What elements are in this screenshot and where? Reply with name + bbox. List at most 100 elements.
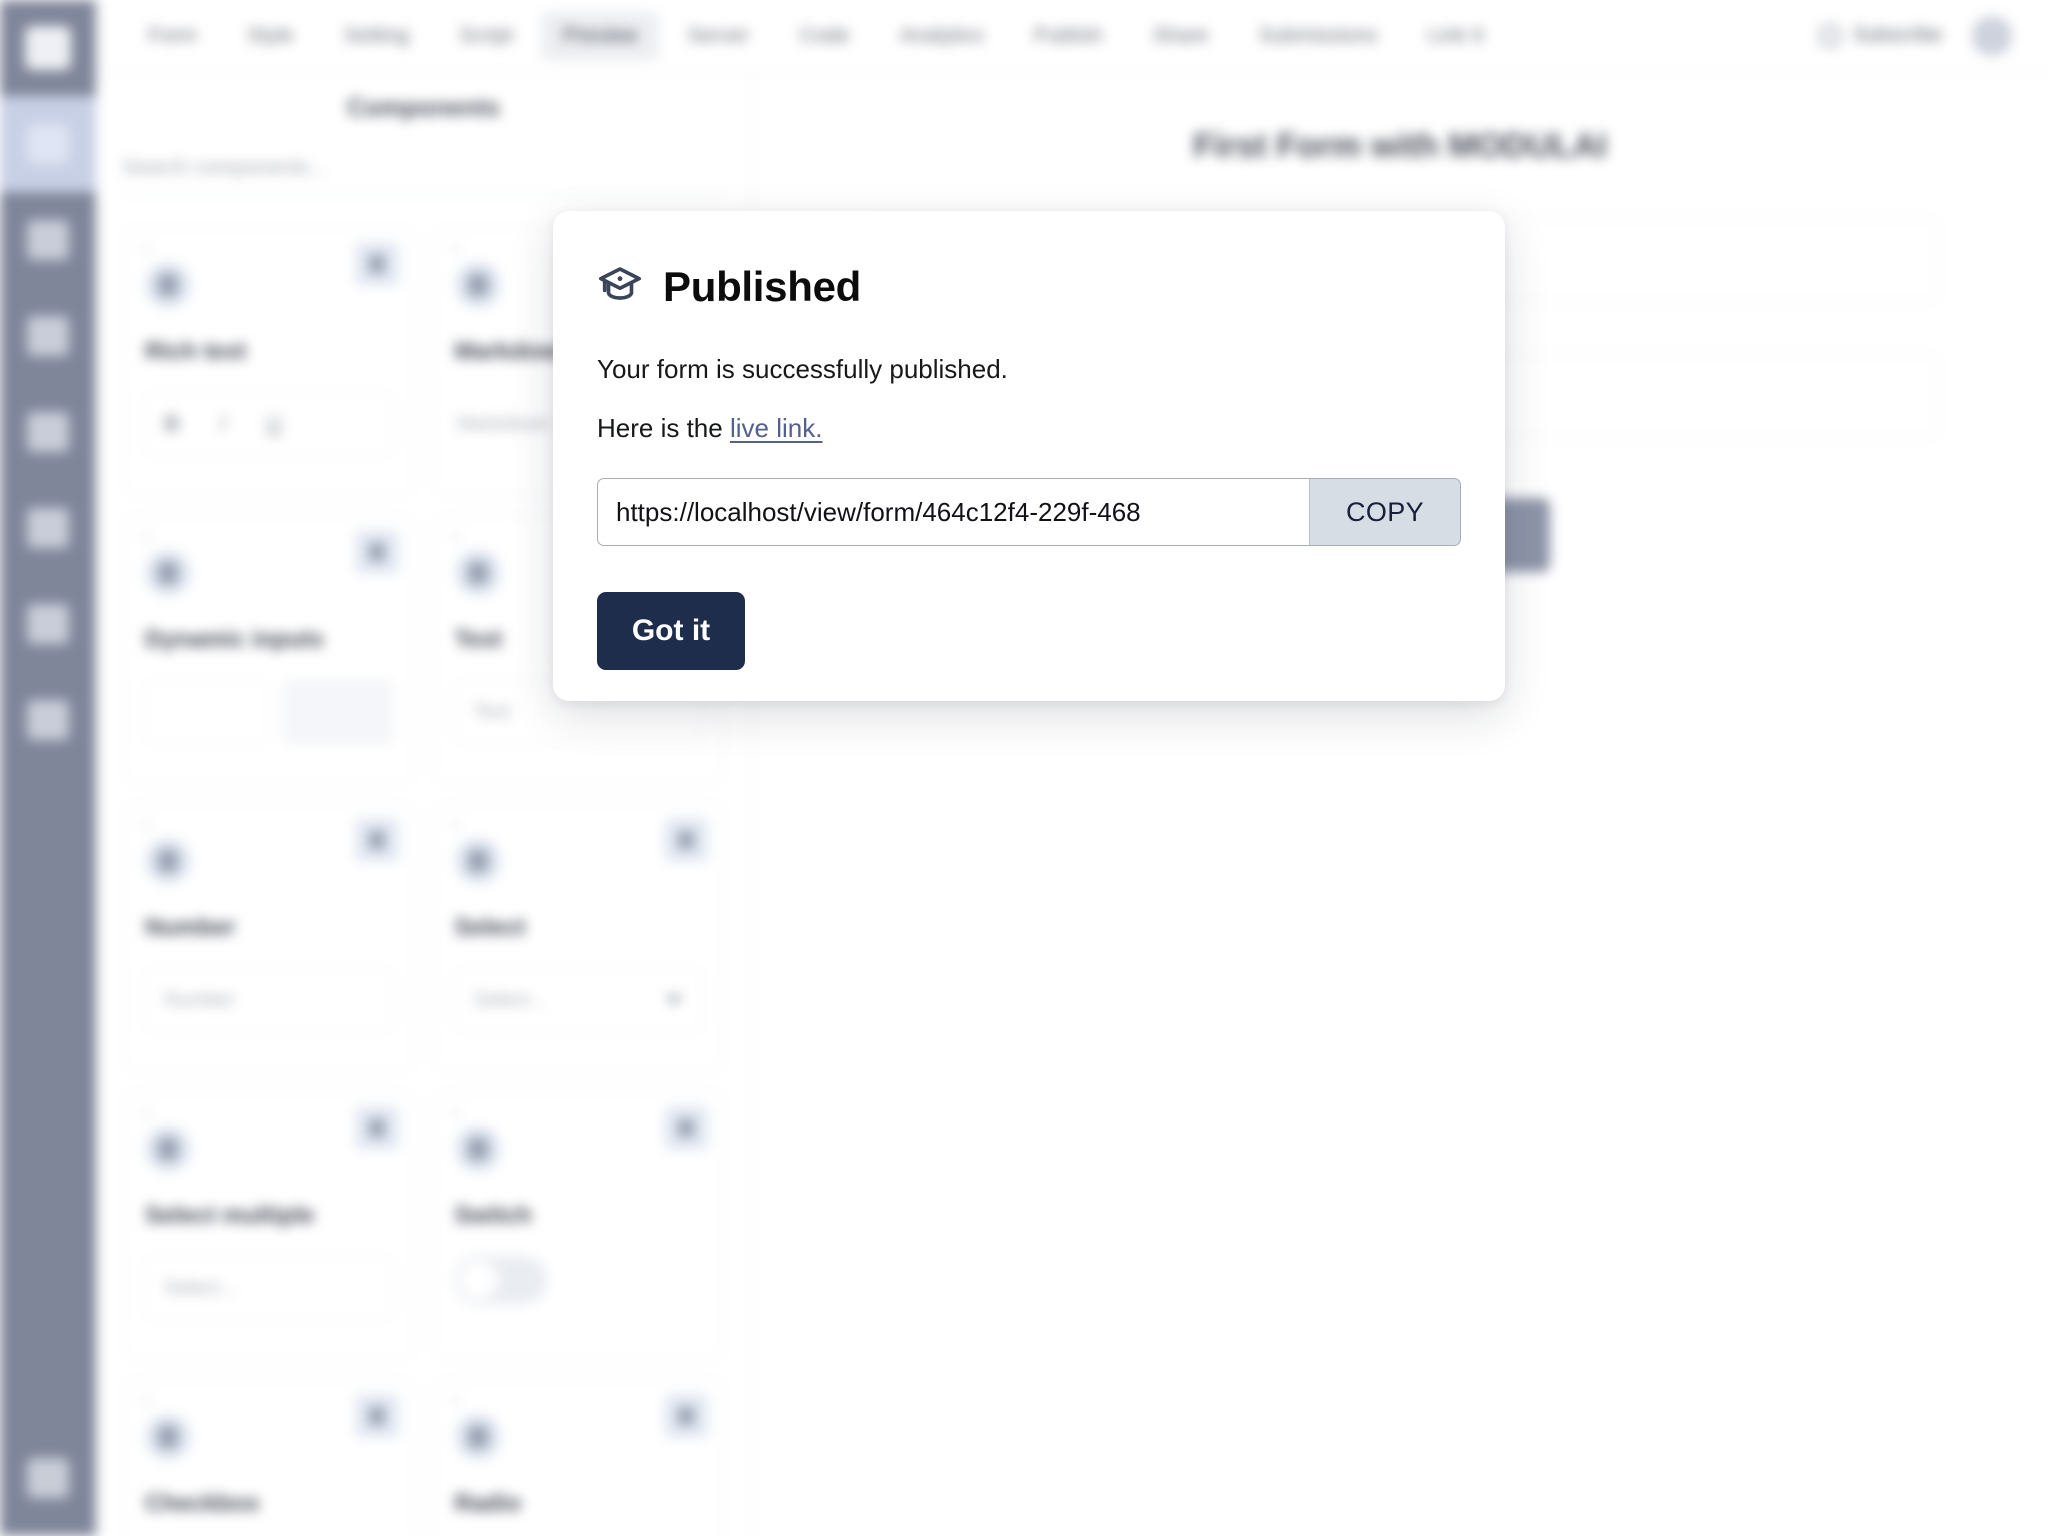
- rail-bottom-group: [0, 1430, 96, 1526]
- tab-form[interactable]: Form: [126, 12, 219, 60]
- chart-icon: [27, 700, 69, 740]
- modal-header: Published: [597, 261, 1461, 312]
- tab-analytics[interactable]: Analytics: [878, 12, 1006, 60]
- add-component-icon[interactable]: [354, 1394, 399, 1438]
- tab-code[interactable]: Code: [777, 12, 871, 60]
- tab-publish[interactable]: Publish: [1012, 12, 1125, 60]
- link-prefix-text: Here is the: [597, 413, 730, 443]
- topbar-right-group: Subscribe: [1819, 15, 2048, 56]
- rail-item-cloud[interactable]: [0, 576, 96, 672]
- live-link[interactable]: live link.: [730, 413, 822, 443]
- subscribe-label: Subscribe: [1853, 24, 1942, 46]
- copy-button[interactable]: COPY: [1309, 478, 1461, 546]
- markdown-icon: [454, 262, 501, 308]
- component-card-switch[interactable]: Switch: [433, 1091, 723, 1359]
- component-label: Dynamic inputs: [145, 626, 324, 653]
- coin-icon: [1819, 24, 1842, 47]
- logout-icon: [27, 1458, 69, 1498]
- add-component-icon[interactable]: [664, 1394, 708, 1438]
- component-card-number[interactable]: Number Number: [124, 803, 414, 1071]
- rail-item-logout[interactable]: [0, 1430, 96, 1526]
- drag-handle-icon: [141, 1108, 151, 1118]
- component-label: Select multiple: [145, 1202, 315, 1229]
- drag-handle-icon: [141, 532, 151, 542]
- published-url-row: https://localhost/view/form/464c12f4-229…: [597, 478, 1461, 546]
- italic-button[interactable]: I: [220, 411, 226, 437]
- published-url-input[interactable]: https://localhost/view/form/464c12f4-229…: [597, 478, 1309, 546]
- select-multiple-preview: Select...: [145, 1256, 393, 1320]
- add-component-icon[interactable]: [354, 1106, 399, 1150]
- component-card-rich-text[interactable]: Rich text B I U: [124, 227, 414, 495]
- add-component-icon[interactable]: [664, 1106, 708, 1150]
- number-icon: [145, 838, 191, 884]
- published-modal: Published Your form is successfully publ…: [553, 211, 1505, 701]
- document-icon: [27, 124, 69, 164]
- rail-item-clock[interactable]: [0, 192, 96, 288]
- top-navigation-bar: Form Style Setting Script Preview Server…: [96, 0, 2048, 72]
- tab-setting[interactable]: Setting: [322, 12, 431, 60]
- rail-item-inbox[interactable]: [0, 288, 96, 384]
- got-it-button[interactable]: Got it: [597, 592, 745, 670]
- rail-item-chart[interactable]: [0, 672, 96, 768]
- switch-toggle-preview: [454, 1256, 547, 1304]
- drag-handle-icon: [450, 244, 461, 254]
- drag-handle-icon: [141, 820, 151, 830]
- checkbox-icon: [145, 1414, 191, 1460]
- rail-item-folder[interactable]: [0, 480, 96, 576]
- select-multiple-icon: [145, 1126, 191, 1172]
- component-card-select[interactable]: Select Select...: [433, 803, 723, 1071]
- rail-item-document[interactable]: [0, 96, 96, 192]
- tab-share[interactable]: Share: [1130, 12, 1230, 60]
- clock-icon: [27, 220, 69, 260]
- app-logo-icon[interactable]: [0, 0, 96, 96]
- dynamic-inputs-preview: [145, 680, 393, 744]
- tab-link-it[interactable]: Link It: [1406, 12, 1506, 60]
- inbox-icon: [27, 316, 69, 356]
- component-label: Rich text: [145, 338, 247, 365]
- search-components-input[interactable]: Search components...: [122, 141, 725, 195]
- select-preview: Select...: [454, 968, 702, 1032]
- underline-button[interactable]: U: [266, 411, 282, 437]
- drag-handle-icon: [450, 820, 461, 830]
- tab-style[interactable]: Style: [225, 12, 316, 60]
- radio-icon: [454, 1414, 501, 1460]
- add-component-icon[interactable]: [354, 818, 399, 862]
- component-card-dynamic-inputs[interactable]: Dynamic inputs: [124, 515, 414, 783]
- component-label: Select: [454, 914, 526, 941]
- modal-message: Your form is successfully published.: [597, 354, 1008, 384]
- drag-handle-icon: [141, 244, 151, 254]
- component-label: Radio: [454, 1490, 522, 1517]
- drag-handle-icon: [141, 1396, 151, 1406]
- rail-item-layers[interactable]: [0, 384, 96, 480]
- component-label: Switch: [454, 1202, 532, 1229]
- tab-server[interactable]: Server: [665, 12, 771, 60]
- tab-script[interactable]: Script: [437, 12, 535, 60]
- app-root: Form Style Setting Script Preview Server…: [0, 0, 2048, 1536]
- component-card-radio[interactable]: Radio: [433, 1379, 723, 1536]
- rich-text-icon: [145, 262, 191, 308]
- add-component-icon[interactable]: [664, 818, 708, 862]
- select-placeholder: Select...: [473, 988, 546, 1011]
- left-icon-rail: [0, 0, 96, 1536]
- add-component-icon[interactable]: [354, 530, 399, 574]
- tab-submissions[interactable]: Submissions: [1237, 12, 1400, 60]
- component-card-checkbox[interactable]: Checkbox: [124, 1379, 414, 1536]
- graduation-cap-icon: [597, 261, 643, 312]
- drag-handle-icon: [450, 1396, 461, 1406]
- folder-icon: [27, 508, 69, 548]
- number-input-preview: Number: [145, 968, 393, 1032]
- user-avatar[interactable]: [1972, 15, 2012, 56]
- subscribe-button[interactable]: Subscribe: [1819, 24, 1942, 47]
- drag-handle-icon: [450, 1108, 461, 1118]
- modal-title: Published: [663, 262, 861, 310]
- add-component-icon[interactable]: [354, 242, 399, 286]
- bold-button[interactable]: B: [164, 411, 180, 437]
- tab-preview[interactable]: Preview: [540, 11, 660, 60]
- drag-handle-icon: [450, 532, 461, 542]
- layers-icon: [27, 412, 69, 452]
- component-card-select-multiple[interactable]: Select multiple Select...: [124, 1091, 414, 1359]
- modal-link-line: Here is the live link.: [597, 413, 1461, 444]
- tab-list: Form Style Setting Script Preview Server…: [96, 11, 1506, 60]
- panel-title: Components: [347, 94, 500, 122]
- cloud-icon: [27, 604, 69, 644]
